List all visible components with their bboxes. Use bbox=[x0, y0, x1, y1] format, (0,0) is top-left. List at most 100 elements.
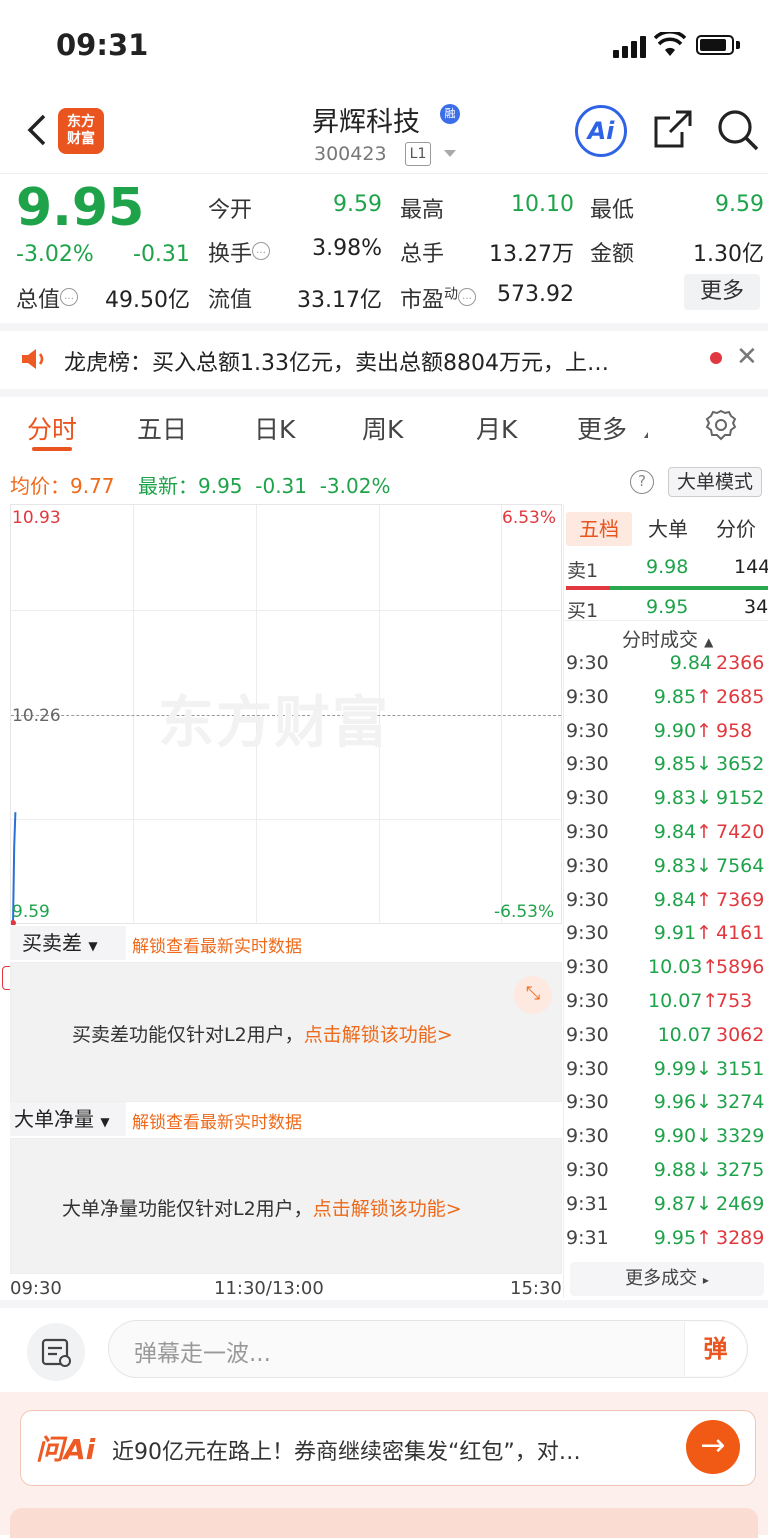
tab-daily-k[interactable]: 日K bbox=[254, 410, 295, 446]
bignet-unlock-cta[interactable]: 点击解锁该功能> bbox=[313, 1198, 462, 1220]
margin-badge: 融 bbox=[440, 104, 460, 124]
level-dropdown-icon[interactable] bbox=[444, 150, 456, 157]
tab-price-distribution[interactable]: 分价 bbox=[706, 512, 766, 546]
info-icon[interactable]: … bbox=[60, 287, 79, 306]
sell1-volume: 144 bbox=[734, 556, 768, 578]
close-icon[interactable]: ✕ bbox=[736, 342, 758, 372]
trade-price: 9.90↓ bbox=[653, 1125, 712, 1148]
trade-price: 9.84↑ bbox=[653, 888, 712, 911]
trade-row: 9:30 9.84↑ 7420 bbox=[566, 821, 768, 855]
status-bar: 09:31 bbox=[0, 0, 768, 92]
trade-price: 9.88↓ bbox=[653, 1159, 712, 1181]
avg-price: 均价：9.77 bbox=[10, 474, 115, 498]
change-percent: -3.02% bbox=[16, 242, 94, 267]
notice-text[interactable]: 龙虎榜：买入总额1.33亿元，卖出总额8804万元，上… bbox=[64, 345, 609, 377]
field-label-float-cap: 流值 bbox=[208, 288, 253, 313]
more-fields-button[interactable]: 更多 bbox=[684, 274, 760, 310]
field-label-turnover: 换手… bbox=[208, 236, 271, 268]
info-icon[interactable]: … bbox=[252, 241, 271, 260]
bottom-card bbox=[10, 1508, 758, 1538]
field-value-open: 9.59 bbox=[333, 192, 382, 217]
trade-volume: 3151 bbox=[716, 1057, 765, 1080]
spread-selector[interactable]: 买卖差 ▼ bbox=[10, 926, 126, 960]
last-price: 9.95 bbox=[16, 178, 145, 238]
field-value-low: 9.59 bbox=[715, 192, 764, 217]
field-label-low: 最低 bbox=[590, 198, 635, 223]
tab-intraday[interactable]: 分时 bbox=[27, 410, 77, 446]
tab-more[interactable]: 更多 bbox=[577, 410, 627, 446]
spread-unlock-link[interactable]: 解锁查看最新实时数据 bbox=[132, 932, 302, 957]
field-label-volume: 总手 bbox=[400, 242, 445, 267]
level-badge[interactable]: L1 bbox=[405, 142, 431, 166]
trade-volume: 7564 bbox=[716, 854, 765, 877]
trade-row: 9:30 9.85↑ 2685 bbox=[566, 686, 768, 720]
trade-row: 9:30 9.84↑ 7369 bbox=[566, 889, 768, 923]
trade-time: 9:30 bbox=[566, 685, 609, 708]
trade-time: 9:30 bbox=[566, 1091, 609, 1114]
trade-price: 10.07↑ bbox=[648, 990, 719, 1012]
buy1-label: 买1 bbox=[567, 600, 599, 622]
buy1-price: 9.95 bbox=[646, 596, 689, 618]
trade-time: 9:30 bbox=[566, 922, 609, 945]
change-value: -0.31 bbox=[133, 242, 190, 267]
share-icon[interactable] bbox=[652, 108, 694, 150]
x-axis-mid-label: 11:30/13:00 bbox=[214, 1278, 324, 1299]
trade-price: 9.83↓ bbox=[653, 854, 712, 877]
field-value-high: 10.10 bbox=[511, 192, 574, 217]
field-label-pe: 市盈动… bbox=[400, 282, 477, 314]
gear-icon[interactable] bbox=[704, 408, 738, 442]
tab-monthly-k[interactable]: 月K bbox=[476, 410, 517, 446]
field-label-high: 最高 bbox=[400, 198, 445, 223]
trade-row: 9:30 9.83↓ 7564 bbox=[566, 855, 768, 889]
search-icon[interactable] bbox=[716, 108, 760, 152]
spread-unlock-cta[interactable]: 点击解锁该功能> bbox=[304, 1024, 453, 1046]
trades-title[interactable]: 分时成交 ▲ bbox=[622, 625, 713, 652]
more-trades-button[interactable]: 更多成交 ▸ bbox=[570, 1262, 764, 1296]
trade-price: 9.83↓ bbox=[653, 787, 712, 810]
ai-button[interactable]: Ai bbox=[575, 105, 627, 157]
tab-big-orders[interactable]: 大单 bbox=[640, 512, 696, 546]
tab-five-day[interactable]: 五日 bbox=[137, 410, 187, 446]
help-icon[interactable]: ? bbox=[630, 470, 654, 494]
tab-five-levels[interactable]: 五档 bbox=[566, 512, 632, 546]
send-danmu-button[interactable]: 弹 bbox=[684, 1322, 746, 1376]
ai-headline[interactable]: 近90亿元在路上！券商继续密集发“红包”，对… bbox=[112, 1434, 581, 1466]
trade-price: 9.84 bbox=[669, 652, 712, 674]
expand-icon[interactable]: ⤡ bbox=[514, 976, 552, 1014]
trade-volume: 2469 bbox=[716, 1192, 765, 1215]
trade-volume: 753 bbox=[716, 990, 753, 1012]
trade-row: 9:30 10.03↑ 5896 bbox=[566, 956, 768, 990]
trade-row: 9:30 9.90↑ 958 bbox=[566, 720, 768, 754]
trade-price: 9.99↓ bbox=[653, 1057, 712, 1080]
trade-time: 9:30 bbox=[566, 1125, 609, 1148]
trade-row: 9:30 9.85↓ 3652 bbox=[566, 753, 768, 787]
info-icon[interactable]: … bbox=[458, 287, 477, 306]
trade-volume: 2685 bbox=[716, 685, 765, 708]
trade-row: 9:30 9.84 2366 bbox=[566, 652, 768, 686]
back-arrow-icon[interactable] bbox=[24, 110, 48, 150]
sell1-price: 9.98 bbox=[646, 556, 689, 578]
danmu-settings-button[interactable] bbox=[27, 1323, 85, 1381]
divider bbox=[0, 323, 768, 331]
bignet-selector[interactable]: 大单净量 ▼ bbox=[10, 1102, 126, 1136]
trade-price: 9.91↑ bbox=[653, 922, 712, 945]
field-value-float-cap: 33.17亿 bbox=[297, 288, 382, 313]
trade-price: 9.96↓ bbox=[653, 1091, 712, 1114]
bignet-unlock-link[interactable]: 解锁查看最新实时数据 bbox=[132, 1108, 302, 1133]
app-logo[interactable]: 东方财富 bbox=[58, 108, 104, 154]
trade-price: 9.85↑ bbox=[653, 685, 712, 708]
trade-volume: 3329 bbox=[716, 1125, 765, 1148]
trade-volume: 3275 bbox=[716, 1159, 765, 1181]
trade-row: 9:30 9.96↓ 3274 bbox=[566, 1091, 768, 1125]
trade-price: 10.03↑ bbox=[648, 956, 719, 979]
big-order-mode-button[interactable]: 大单模式 bbox=[668, 467, 762, 497]
trade-time: 9:30 bbox=[566, 787, 609, 810]
arrow-right-icon[interactable]: → bbox=[686, 1420, 740, 1474]
tab-weekly-k[interactable]: 周K bbox=[362, 410, 403, 446]
x-axis-start-label: 09:30 bbox=[10, 1278, 62, 1299]
field-value-volume: 13.27万 bbox=[489, 242, 574, 267]
x-axis-end-label: 15:30 bbox=[510, 1278, 562, 1299]
trade-time: 9:31 bbox=[566, 1226, 609, 1249]
trade-price: 9.87↓ bbox=[653, 1192, 712, 1215]
trade-row: 9:30 9.88↓ 3275 bbox=[566, 1159, 768, 1193]
